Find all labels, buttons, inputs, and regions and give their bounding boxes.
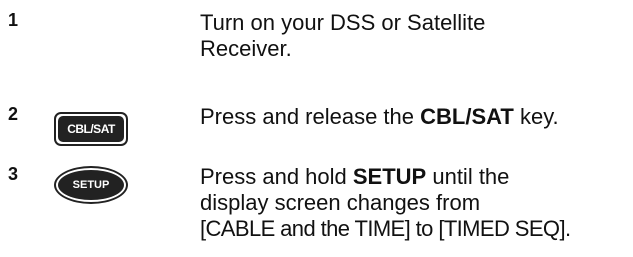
step-text-part: Press and release the (200, 104, 421, 129)
setup-key-icon: SETUP (54, 166, 128, 204)
step-text: Press and release the CBL/SAT key. (200, 104, 630, 130)
cbl-sat-key-icon: CBL/SAT (54, 112, 128, 146)
step-text-line: Turn on your DSS or Satellite (200, 10, 486, 35)
step-number: 1 (8, 10, 19, 30)
step-text-line: display screen changes from (200, 190, 481, 215)
step-text: Press and hold SETUP until the display s… (200, 164, 630, 242)
step-text-part: until the (426, 164, 510, 189)
step-text-line: Receiver. (200, 36, 292, 61)
step-number: 2 (8, 104, 19, 124)
step-text-bold: SETUP (352, 164, 427, 189)
step-text: Turn on your DSS or Satellite Receiver. (200, 10, 630, 62)
step-number: 3 (8, 164, 19, 184)
step-text-part: key. (513, 104, 559, 129)
step-text-line: Press and hold SETUP until the (200, 164, 630, 190)
key-label: CBL/SAT (58, 116, 124, 142)
step-text-part: Press and hold (200, 164, 353, 189)
step-text-line: [CABLE and the TIME] to [TIMED SEQ]. (200, 216, 571, 241)
step-text-bold: CBL/SAT (420, 104, 514, 129)
key-label: SETUP (58, 170, 124, 200)
